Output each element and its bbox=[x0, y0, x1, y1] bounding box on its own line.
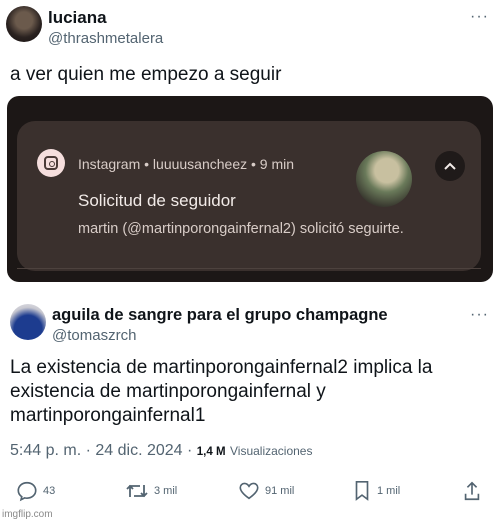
notification-meta: Instagram • luuuusancheez • 9 min bbox=[78, 156, 295, 172]
retweet-icon bbox=[126, 484, 148, 498]
author-name[interactable]: aguila de sangre para el grupo champagne bbox=[52, 306, 388, 325]
bookmark-count: 1 mil bbox=[377, 485, 401, 497]
instagram-icon bbox=[37, 149, 65, 177]
tweet-luciana: luciana @thrashmetalera ··· a ver quien … bbox=[0, 0, 500, 290]
notification-body: martin (@martinporongainfernal2) solicit… bbox=[78, 221, 404, 237]
tweet-text: La existencia de martinporongainfernal2 … bbox=[10, 357, 433, 426]
notification-avatar bbox=[356, 151, 412, 207]
notification-divider bbox=[17, 268, 481, 282]
retweet-button[interactable]: 3 mil bbox=[125, 480, 177, 502]
notification-title: Solicitud de seguidor bbox=[78, 191, 236, 210]
views-label: Visualizaciones bbox=[229, 444, 313, 458]
tweet-text: a ver quien me empezo a seguir bbox=[10, 64, 282, 85]
timestamp-text[interactable]: 5:44 p. m. · 24 dic. 2024 · bbox=[10, 442, 197, 459]
notification-card: Instagram • luuuusancheez • 9 min Solici… bbox=[17, 121, 481, 271]
author-name[interactable]: luciana bbox=[48, 8, 107, 28]
notification-screenshot: Instagram • luuuusancheez • 9 min Solici… bbox=[7, 96, 493, 282]
more-options-icon[interactable]: ··· bbox=[470, 8, 489, 26]
share-button[interactable] bbox=[462, 480, 482, 502]
tweet-tomaszrch: aguila de sangre para el grupo champagne… bbox=[0, 290, 500, 522]
retweet-count: 3 mil bbox=[154, 485, 178, 497]
chevron-up-icon bbox=[435, 151, 465, 181]
reply-icon bbox=[17, 481, 37, 502]
more-options-icon[interactable]: ··· bbox=[470, 306, 489, 324]
reply-button[interactable]: 43 bbox=[16, 480, 55, 502]
heart-icon bbox=[239, 482, 259, 500]
tweet-timestamp: 5:44 p. m. · 24 dic. 2024 · 1,4 M Visual… bbox=[10, 442, 312, 460]
avatar[interactable] bbox=[10, 304, 46, 340]
like-count: 91 mil bbox=[265, 485, 295, 497]
bookmark-icon bbox=[355, 481, 369, 501]
bookmark-button[interactable]: 1 mil bbox=[352, 480, 400, 502]
reply-count: 43 bbox=[43, 485, 56, 497]
watermark: imgflip.com bbox=[2, 509, 53, 520]
share-icon bbox=[464, 481, 480, 501]
author-handle[interactable]: @thrashmetalera bbox=[48, 30, 163, 47]
like-button[interactable]: 91 mil bbox=[238, 480, 294, 502]
views-count: 1,4 M bbox=[196, 446, 226, 458]
author-handle[interactable]: @tomaszrch bbox=[52, 327, 136, 344]
avatar[interactable] bbox=[6, 6, 42, 42]
action-bar: 43 3 mil 91 mil 1 mil bbox=[0, 480, 500, 510]
